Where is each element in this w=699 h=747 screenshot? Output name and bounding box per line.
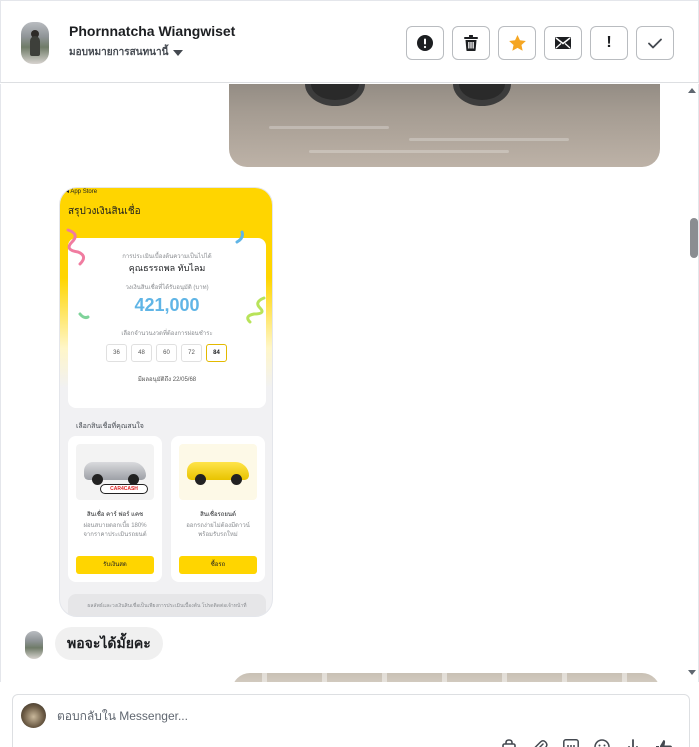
- paperclip-icon[interactable]: [531, 739, 549, 747]
- contact-name[interactable]: Phornnatcha Wiangwiset: [69, 23, 235, 39]
- product-button: รับเงินสด: [76, 556, 154, 574]
- star-icon: [508, 35, 526, 51]
- check-icon: [648, 38, 662, 48]
- scroll-down-arrow-icon[interactable]: [688, 670, 696, 675]
- assign-label: มอบหมายการสนทนานี้: [69, 47, 169, 58]
- product-card: CAR4CASH สินเชื่อ คาร์ ฟอร์ แคช ผ่อนสบาย…: [68, 436, 162, 582]
- composer-tools: [500, 739, 673, 747]
- scrollbar-thumb[interactable]: [690, 218, 698, 258]
- loan-summary-title: สรุปวงเงินสินเชื่อ: [68, 206, 141, 217]
- exclamation-icon: !: [606, 34, 612, 51]
- star-button[interactable]: [498, 26, 536, 60]
- header-actions: !: [406, 26, 674, 60]
- incoming-message-bubble[interactable]: พอจะได้มั้ยคะ: [55, 627, 163, 660]
- received-screenshot-loan-summary[interactable]: ◂ App Store สรุปวงเงินสินเชื่อ การประเมิ…: [59, 187, 273, 617]
- emoji-icon[interactable]: [593, 739, 611, 747]
- gif-icon[interactable]: [562, 739, 580, 747]
- bag-icon[interactable]: [500, 739, 518, 747]
- term-caption: เลือกจำนวนงวดที่ต้องการผ่อนชำระ: [121, 331, 213, 337]
- term-option: 48: [131, 344, 152, 362]
- message-thread[interactable]: ◂ App Store สรุปวงเงินสินเชื่อ การประเมิ…: [0, 84, 699, 682]
- loan-amount: 421,000: [134, 295, 200, 315]
- confetti-green: [246, 296, 266, 324]
- product-title: สินเชื่อ คาร์ ฟอร์ แคช: [86, 512, 144, 518]
- delete-button[interactable]: [452, 26, 490, 60]
- amount-caption: วงเงินสินเชื่อที่ได้รับอนุมัติ (บาท): [125, 285, 209, 291]
- sent-photo-partial[interactable]: [232, 673, 660, 682]
- car-image: CAR4CASH: [76, 444, 154, 500]
- car4cash-logo: CAR4CASH: [100, 484, 148, 494]
- confetti-blue: [235, 230, 244, 244]
- mark-unread-button[interactable]: [544, 26, 582, 60]
- confetti-mint: [78, 312, 90, 320]
- follow-up-button[interactable]: !: [590, 26, 628, 60]
- caret-down-icon: [173, 49, 184, 56]
- report-spam-button[interactable]: [406, 26, 444, 60]
- product-button: ซื้อรถ: [179, 556, 257, 574]
- product-desc: ผ่อนสบายดอกเบี้ย 180% จากราคาประเมินรถยน…: [83, 523, 147, 538]
- term-options: 36 48 60 72 84: [106, 344, 227, 362]
- conversation-header: Phornnatcha Wiangwiset มอบหมายการสนทนานี…: [0, 0, 699, 83]
- product-title: สินเชื่อรถยนต์: [200, 512, 236, 518]
- sent-photo-car[interactable]: [229, 84, 660, 167]
- confetti-pink: [66, 228, 85, 266]
- thumb-icon[interactable]: [624, 739, 642, 747]
- car-image: [179, 444, 257, 500]
- assign-conversation-dropdown[interactable]: มอบหมายการสนทนานี้: [69, 45, 184, 60]
- done-button[interactable]: [636, 26, 674, 60]
- term-option: 72: [181, 344, 202, 362]
- scroll-up-arrow-icon[interactable]: [688, 88, 696, 93]
- valid-until: มีผลอนุมัติถึง 22/05/68: [137, 377, 197, 383]
- trash-icon: [464, 35, 478, 51]
- disclaimer: ผลลัพธ์และวงเงินสินเชื่อเป็นเพียงการประเ…: [68, 594, 266, 616]
- eligibility-line: การประเมินเบื้องต้นความเป็นไปได้: [122, 254, 212, 260]
- app-store-back-label: ◂ App Store: [66, 189, 98, 195]
- product-card: สินเชื่อรถยนต์ ออกรถง่ายไม่ต้องมีดาวน์ พ…: [171, 436, 265, 582]
- page-avatar: [21, 703, 46, 728]
- reply-composer: [12, 694, 690, 747]
- term-option: 36: [106, 344, 127, 362]
- term-option-selected: 84: [206, 344, 227, 362]
- envelope-icon: [555, 37, 571, 49]
- term-option: 60: [156, 344, 177, 362]
- alert-circle-icon: [417, 35, 433, 51]
- product-desc: ออกรถง่ายไม่ต้องมีดาวน์ พร้อมรับรถใหม่: [186, 523, 250, 538]
- sender-avatar[interactable]: [25, 631, 43, 659]
- like-icon[interactable]: [655, 739, 673, 747]
- products-caption: เลือกสินเชื่อที่คุณสนใจ: [76, 423, 144, 430]
- customer-name: คุณธรรถพล ทับไลม: [128, 263, 206, 273]
- loan-amount-card: การประเมินเบื้องต้นความเป็นไปได้ คุณธรรถ…: [68, 238, 266, 408]
- contact-avatar[interactable]: [21, 22, 49, 64]
- reply-input[interactable]: [57, 705, 657, 727]
